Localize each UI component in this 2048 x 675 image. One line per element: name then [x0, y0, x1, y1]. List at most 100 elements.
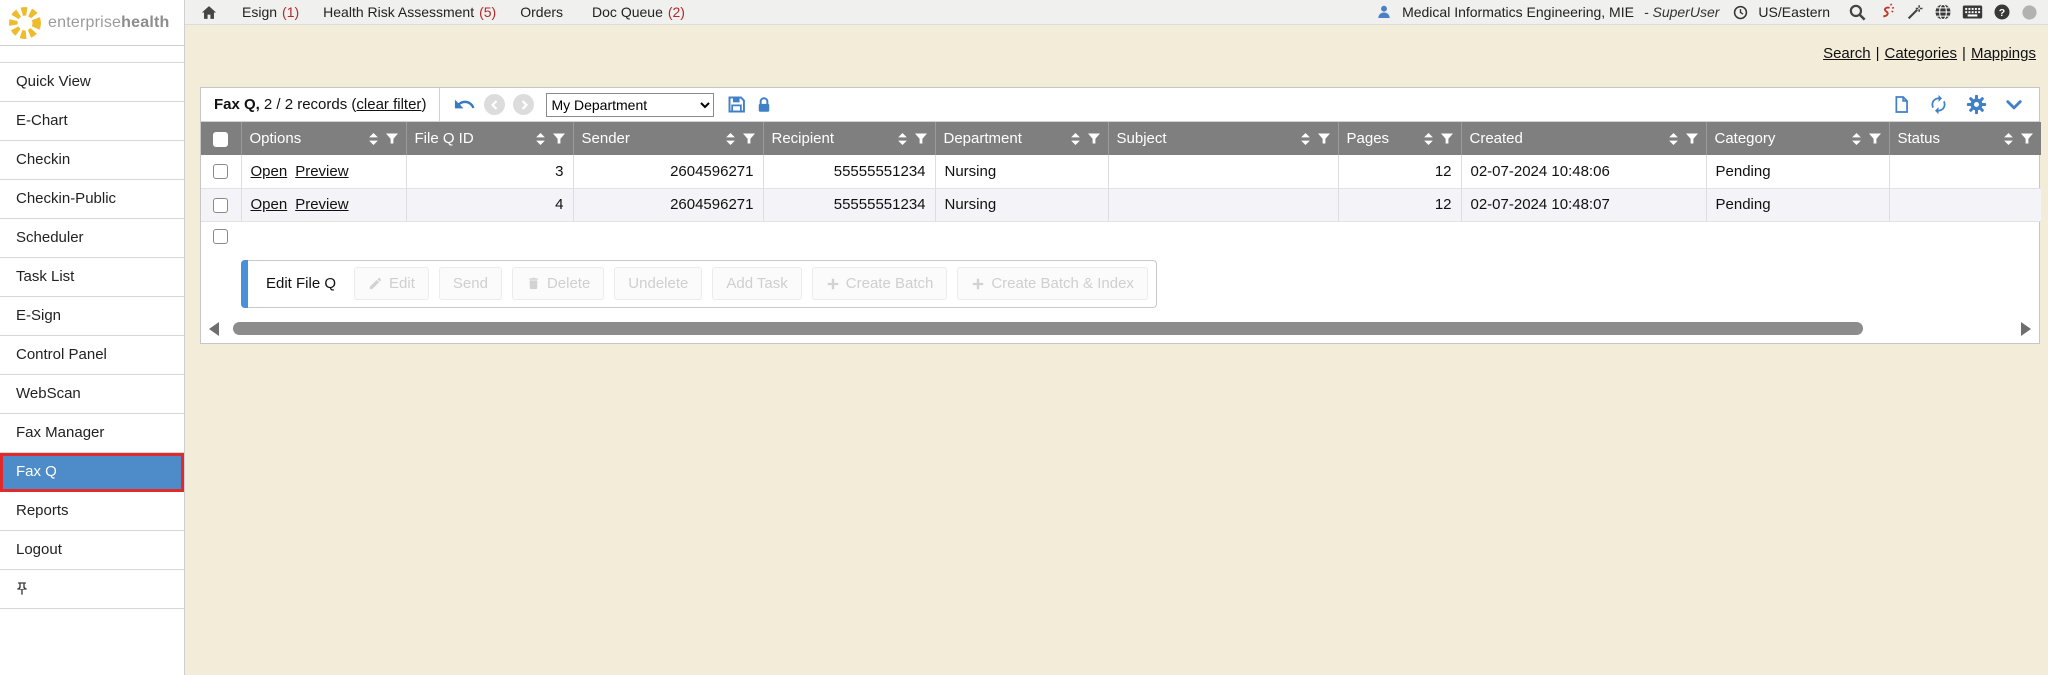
edit-accent-bar — [241, 260, 248, 308]
prev-icon[interactable] — [484, 94, 505, 115]
top-bar: Esign(1) Health Risk Assessment(5) Order… — [185, 0, 2048, 25]
filter-funnel-icon[interactable] — [743, 133, 755, 144]
presence-circle-icon[interactable] — [2021, 4, 2038, 21]
categories-link[interactable]: Categories — [1885, 45, 1958, 62]
globe-icon[interactable] — [1934, 3, 1952, 21]
column-header-pages[interactable]: Pages — [1338, 122, 1461, 155]
column-header-department[interactable]: Department — [935, 122, 1108, 155]
search-link[interactable]: Search — [1823, 45, 1871, 62]
cell-subject — [1108, 188, 1338, 221]
column-header-options[interactable]: Options — [241, 122, 406, 155]
column-header-file-q-id[interactable]: File Q ID — [406, 122, 573, 155]
sidebar-item-webscan[interactable]: WebScan — [0, 375, 184, 414]
nav-health-risk-assessment[interactable]: Health Risk Assessment(5) — [323, 4, 496, 20]
column-header-subject[interactable]: Subject — [1108, 122, 1338, 155]
nav-doc-queue[interactable]: Doc Queue(2) — [592, 4, 685, 20]
help-icon[interactable]: ? — [1993, 3, 2011, 21]
scroll-left-arrow[interactable] — [209, 322, 219, 336]
chevron-down-icon[interactable] — [2004, 95, 2024, 115]
sidebar-item-control-panel[interactable]: Control Panel — [0, 336, 184, 375]
clear-filter-link[interactable]: clear filter — [356, 96, 421, 113]
filter-funnel-icon[interactable] — [915, 133, 927, 144]
save-icon[interactable] — [726, 94, 747, 115]
sidebar: enterprisehealth Quick View E-Chart Chec… — [0, 0, 185, 675]
undo-icon[interactable] — [453, 93, 476, 116]
nav-orders[interactable]: Orders — [520, 4, 568, 20]
sidebar-item-fax-q[interactable]: Fax Q — [0, 453, 184, 492]
sort-icon[interactable] — [897, 133, 908, 145]
sidebar-item-e-sign[interactable]: E-Sign — [0, 297, 184, 336]
sort-icon[interactable] — [1300, 133, 1311, 145]
sidebar-item-fax-manager[interactable]: Fax Manager — [0, 414, 184, 453]
sort-icon[interactable] — [725, 133, 736, 145]
sidebar-item-reports[interactable]: Reports — [0, 492, 184, 531]
sidebar-item-scheduler[interactable]: Scheduler — [0, 219, 184, 258]
add-task-button[interactable]: Add Task — [712, 267, 801, 300]
sidebar-item-quick-view[interactable]: Quick View — [0, 63, 184, 102]
search-icon[interactable] — [1848, 3, 1867, 22]
sidebar-item-logout[interactable]: Logout — [0, 531, 184, 570]
open-link[interactable]: Open — [251, 163, 288, 180]
wand-icon[interactable] — [1906, 3, 1924, 21]
sort-icon[interactable] — [1070, 133, 1081, 145]
select-all-checkbox[interactable] — [213, 132, 228, 147]
column-header-created[interactable]: Created — [1461, 122, 1706, 155]
brand-logo: enterprisehealth — [0, 0, 184, 46]
refresh-icon[interactable] — [1928, 94, 1949, 115]
filter-funnel-icon[interactable] — [553, 133, 565, 144]
mappings-link[interactable]: Mappings — [1971, 45, 2036, 62]
edit-file-q-bar: Edit File Q Edit Send Delete Undelete Ad… — [241, 260, 1157, 308]
sort-icon[interactable] — [1668, 133, 1679, 145]
cell-created: 02-07-2024 10:48:07 — [1461, 188, 1706, 221]
filter-funnel-icon[interactable] — [1441, 133, 1453, 144]
svg-text:?: ? — [1999, 7, 2005, 19]
scroll-right-arrow[interactable] — [2021, 322, 2031, 336]
sidebar-item-checkin-public[interactable]: Checkin-Public — [0, 180, 184, 219]
filter-funnel-icon[interactable] — [1088, 133, 1100, 144]
row-checkbox[interactable] — [213, 164, 228, 179]
open-link[interactable]: Open — [251, 196, 288, 213]
create-batch-button[interactable]: Create Batch — [812, 267, 948, 300]
user-icon — [1376, 4, 1392, 20]
column-header-status[interactable]: Status — [1889, 122, 2041, 155]
sort-icon[interactable] — [368, 133, 379, 145]
home-icon[interactable] — [200, 4, 218, 21]
preview-link[interactable]: Preview — [295, 196, 348, 213]
spark-icon[interactable] — [1877, 3, 1896, 22]
sort-icon[interactable] — [535, 133, 546, 145]
row-checkbox[interactable] — [213, 198, 228, 213]
sort-icon[interactable] — [1423, 133, 1434, 145]
cell-sender: 2604596271 — [573, 188, 763, 221]
lock-icon[interactable] — [755, 95, 773, 115]
sidebar-item-e-chart[interactable]: E-Chart — [0, 102, 184, 141]
sidebar-item-task-list[interactable]: Task List — [0, 258, 184, 297]
filter-funnel-icon[interactable] — [1318, 133, 1330, 144]
new-document-icon[interactable] — [1892, 94, 1911, 115]
sort-icon[interactable] — [2003, 133, 2014, 145]
department-select[interactable]: My Department — [546, 93, 714, 117]
gear-icon[interactable] — [1966, 94, 1987, 115]
pin-icon[interactable] — [14, 581, 30, 597]
edit-button[interactable]: Edit — [354, 267, 429, 300]
keyboard-icon[interactable] — [1962, 4, 1983, 20]
sidebar-menu: Quick View E-Chart Checkin Checkin-Publi… — [0, 62, 184, 609]
undelete-button[interactable]: Undelete — [614, 267, 702, 300]
table-row: OpenPreview 4 2604596271 55555551234 Nur… — [201, 188, 2041, 221]
create-batch-index-button[interactable]: Create Batch & Index — [957, 267, 1148, 300]
column-header-recipient[interactable]: Recipient — [763, 122, 935, 155]
filter-funnel-icon[interactable] — [1869, 133, 1881, 144]
spare-row-checkbox[interactable] — [213, 229, 228, 244]
sidebar-item-checkin[interactable]: Checkin — [0, 141, 184, 180]
preview-link[interactable]: Preview — [295, 163, 348, 180]
column-header-category[interactable]: Category — [1706, 122, 1889, 155]
nav-esign[interactable]: Esign(1) — [242, 4, 299, 20]
filter-funnel-icon[interactable] — [1686, 133, 1698, 144]
filter-funnel-icon[interactable] — [386, 133, 398, 144]
send-button[interactable]: Send — [439, 267, 502, 300]
column-header-sender[interactable]: Sender — [573, 122, 763, 155]
sort-icon[interactable] — [1851, 133, 1862, 145]
delete-button[interactable]: Delete — [512, 267, 604, 300]
scrollbar-thumb[interactable] — [233, 322, 1863, 335]
next-icon[interactable] — [513, 94, 534, 115]
filter-funnel-icon[interactable] — [2021, 133, 2033, 144]
